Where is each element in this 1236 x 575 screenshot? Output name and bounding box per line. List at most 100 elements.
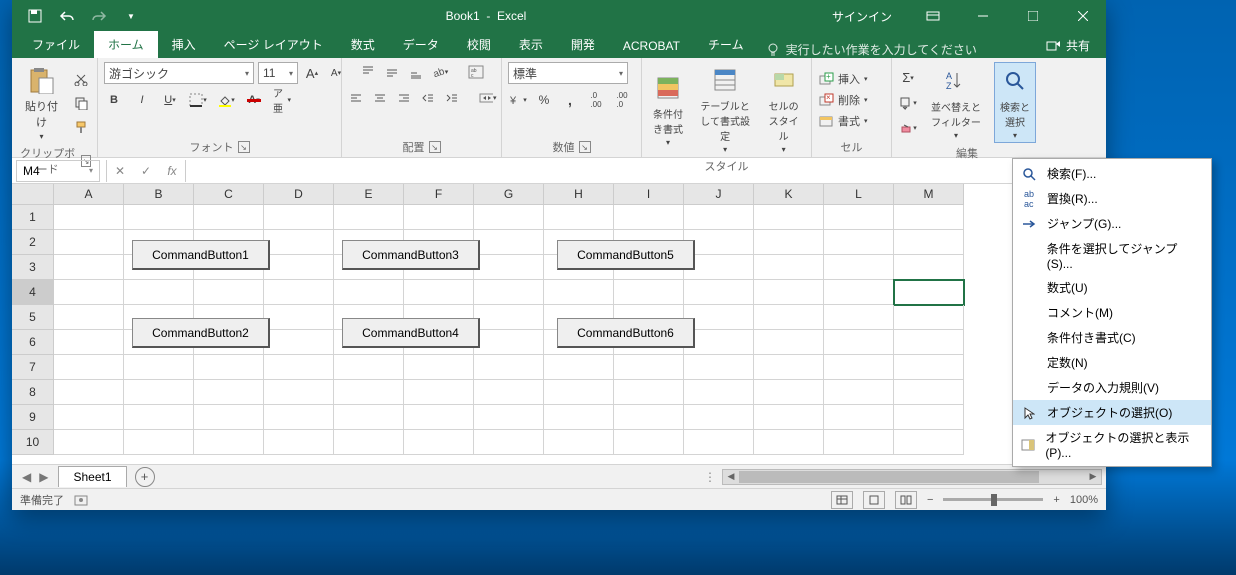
cell-J4[interactable] (684, 280, 754, 305)
share-button[interactable]: 共有 (1030, 32, 1106, 58)
cell-F9[interactable] (404, 405, 474, 430)
command-button-6[interactable]: CommandButton6 (557, 318, 695, 348)
tab-review[interactable]: 校閲 (453, 31, 505, 58)
tab-file[interactable]: ファイル (18, 31, 94, 58)
cell-J1[interactable] (684, 205, 754, 230)
row-header-7[interactable]: 7 (12, 355, 54, 380)
cell-A2[interactable] (54, 230, 124, 255)
format-painter-icon[interactable] (71, 117, 91, 137)
cell-M2[interactable] (894, 230, 964, 255)
cell-I10[interactable] (614, 430, 684, 455)
row-header-1[interactable]: 1 (12, 205, 54, 230)
row-header-4[interactable]: 4 (12, 280, 54, 305)
cell-H8[interactable] (544, 380, 614, 405)
cell-B8[interactable] (124, 380, 194, 405)
align-left-icon[interactable] (346, 88, 366, 108)
cell-L10[interactable] (824, 430, 894, 455)
col-header-K[interactable]: K (754, 184, 824, 205)
row-header-2[interactable]: 2 (12, 230, 54, 255)
cell-A10[interactable] (54, 430, 124, 455)
cell-C10[interactable] (194, 430, 264, 455)
normal-view-icon[interactable] (831, 491, 853, 509)
sign-in-link[interactable]: サインイン (818, 8, 906, 25)
cell-G1[interactable] (474, 205, 544, 230)
cell-I9[interactable] (614, 405, 684, 430)
cell-K9[interactable] (754, 405, 824, 430)
tab-team[interactable]: チーム (694, 31, 758, 58)
cell-M4[interactable] (894, 280, 964, 305)
underline-button[interactable]: U▾ (160, 90, 180, 110)
select-all-corner[interactable] (12, 184, 54, 205)
name-box[interactable]: M4▾ (16, 160, 100, 182)
cell-G3[interactable] (474, 255, 544, 280)
cell-A9[interactable] (54, 405, 124, 430)
orientation-icon[interactable]: ab▾ (430, 62, 450, 82)
cell-E1[interactable] (334, 205, 404, 230)
cell-C8[interactable] (194, 380, 264, 405)
grow-font-icon[interactable]: A▴ (302, 63, 322, 83)
row-header-6[interactable]: 6 (12, 330, 54, 355)
tab-layout[interactable]: ページ レイアウト (210, 31, 337, 58)
cell-K5[interactable] (754, 305, 824, 330)
number-format-combo[interactable]: 標準▾ (508, 62, 628, 84)
cell-F7[interactable] (404, 355, 474, 380)
cell-G2[interactable] (474, 230, 544, 255)
cell-J9[interactable] (684, 405, 754, 430)
zoom-slider[interactable] (943, 498, 1043, 501)
cell-A1[interactable] (54, 205, 124, 230)
sheet-nav-prev-icon[interactable]: ◀ (22, 470, 31, 484)
cell-F8[interactable] (404, 380, 474, 405)
cell-I1[interactable] (614, 205, 684, 230)
menu-formulas[interactable]: 数式(U) (1013, 275, 1211, 300)
tab-home[interactable]: ホーム (94, 31, 158, 58)
horizontal-scrollbar[interactable]: ◀▶ (722, 469, 1102, 485)
menu-data-validation[interactable]: データの入力規則(V) (1013, 375, 1211, 400)
fill-color-icon[interactable]: ▾ (216, 90, 236, 110)
insert-cells-button[interactable]: +挿入▾ (818, 71, 868, 87)
phonetic-icon[interactable]: ア亜▾ (272, 90, 292, 110)
cell-G7[interactable] (474, 355, 544, 380)
cell-J8[interactable] (684, 380, 754, 405)
cell-D4[interactable] (264, 280, 334, 305)
cell-K2[interactable] (754, 230, 824, 255)
command-button-2[interactable]: CommandButton2 (132, 318, 270, 348)
tab-view[interactable]: 表示 (505, 31, 557, 58)
cell-H10[interactable] (544, 430, 614, 455)
clear-icon[interactable]: ▾ (898, 118, 918, 138)
command-button-1[interactable]: CommandButton1 (132, 240, 270, 270)
cell-D3[interactable] (264, 255, 334, 280)
cell-K4[interactable] (754, 280, 824, 305)
cell-D9[interactable] (264, 405, 334, 430)
cell-E4[interactable] (334, 280, 404, 305)
cell-G9[interactable] (474, 405, 544, 430)
cell-A3[interactable] (54, 255, 124, 280)
tab-data[interactable]: データ (389, 31, 453, 58)
delete-cells-button[interactable]: ×削除▾ (818, 92, 868, 108)
sheet-tab-1[interactable]: Sheet1 (58, 466, 126, 487)
fill-icon[interactable]: ▾ (898, 93, 918, 113)
menu-replace[interactable]: abac置換(R)... (1013, 186, 1211, 211)
undo-icon[interactable] (58, 7, 76, 25)
align-right-icon[interactable] (394, 88, 414, 108)
cell-E9[interactable] (334, 405, 404, 430)
cell-M1[interactable] (894, 205, 964, 230)
cell-L6[interactable] (824, 330, 894, 355)
number-launcher[interactable]: ↘ (579, 141, 591, 153)
comma-icon[interactable]: , (560, 90, 580, 110)
cell-K8[interactable] (754, 380, 824, 405)
align-middle-icon[interactable] (382, 62, 402, 82)
menu-constants[interactable]: 定数(N) (1013, 350, 1211, 375)
row-header-10[interactable]: 10 (12, 430, 54, 455)
col-header-C[interactable]: C (194, 184, 264, 205)
cell-I7[interactable] (614, 355, 684, 380)
border-icon[interactable]: ▾ (188, 90, 208, 110)
copy-icon[interactable] (71, 93, 91, 113)
cell-C1[interactable] (194, 205, 264, 230)
col-header-J[interactable]: J (684, 184, 754, 205)
row-header-8[interactable]: 8 (12, 380, 54, 405)
accounting-icon[interactable]: ¥▾ (508, 90, 528, 110)
cell-H4[interactable] (544, 280, 614, 305)
menu-select-objects[interactable]: オブジェクトの選択(O) (1013, 400, 1211, 425)
col-header-A[interactable]: A (54, 184, 124, 205)
sheet-nav-next-icon[interactable]: ▶ (39, 470, 48, 484)
